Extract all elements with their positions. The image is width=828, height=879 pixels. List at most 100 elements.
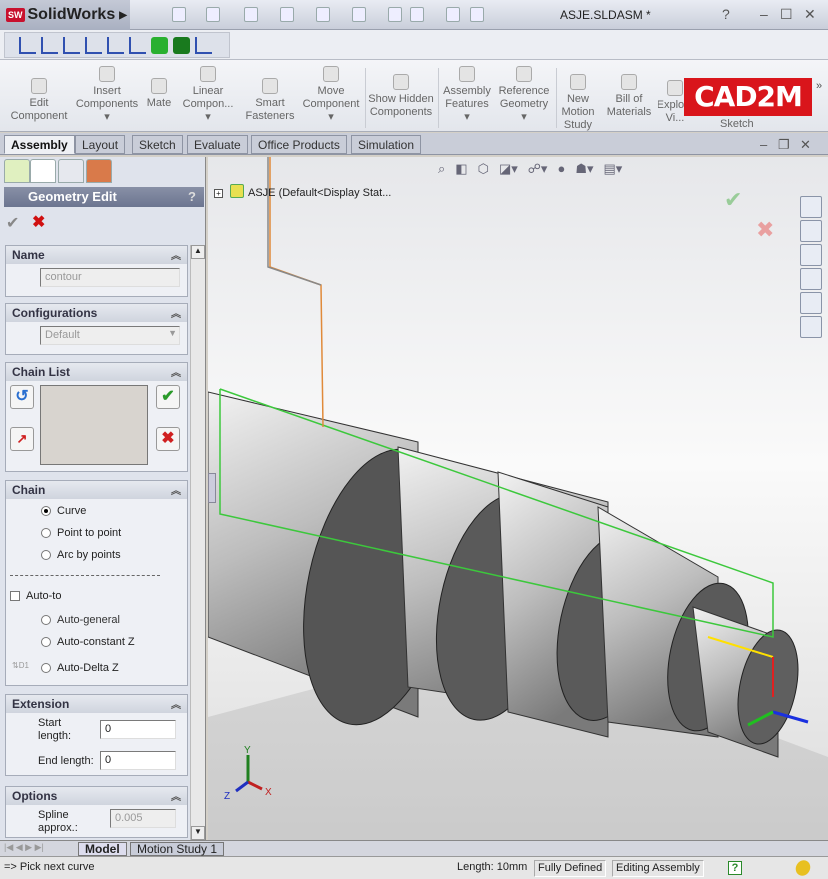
bill-of-materials-button[interactable]: Bill of Materials — [602, 74, 656, 119]
view-back-icon[interactable] — [85, 36, 102, 54]
undo-chain-button[interactable]: ↺ — [10, 385, 34, 409]
help-icon[interactable]: ? — [722, 6, 730, 22]
view-left-icon[interactable] — [129, 36, 146, 54]
rebuild-icon[interactable] — [388, 7, 402, 22]
show-hidden-components-button[interactable]: Show Hidden Components — [368, 74, 434, 119]
view-dimetric-icon[interactable] — [173, 36, 190, 54]
view-normal-icon[interactable] — [195, 36, 212, 54]
new-icon[interactable] — [172, 7, 186, 22]
ok-check-icon[interactable]: ✔ — [6, 213, 19, 233]
section-view-icon[interactable]: ⬡ — [478, 161, 489, 177]
view-bottom-icon[interactable] — [107, 36, 124, 54]
confirm-cancel-icon[interactable]: ✖ — [756, 217, 774, 243]
confirm-ok-icon[interactable]: ✔ — [724, 187, 742, 213]
appearances-icon[interactable] — [800, 292, 822, 314]
feature-manager-tab[interactable] — [4, 159, 30, 183]
name-input[interactable]: contour — [40, 268, 180, 287]
collapse-icon[interactable]: ︽ — [171, 788, 181, 803]
rebuild-tag-icon[interactable] — [792, 857, 814, 879]
design-library-icon[interactable] — [800, 220, 822, 242]
maximize-button[interactable]: ☐ — [780, 6, 793, 23]
view-right-icon[interactable] — [63, 36, 80, 54]
collapse-icon[interactable]: ︽ — [171, 482, 181, 497]
expand-tree-icon[interactable]: + — [214, 189, 223, 198]
tab-layout[interactable]: Layout — [75, 135, 126, 154]
end-length-input[interactable]: 0 — [100, 751, 176, 770]
radio-auto-constant-z[interactable]: Auto-constant Z — [41, 636, 135, 648]
move-component-button[interactable]: Move Component ▾ — [300, 66, 362, 124]
more-commands-icon[interactable]: » — [816, 80, 822, 92]
scene-icon[interactable]: ☗▾ — [575, 161, 593, 177]
file-explorer-icon[interactable] — [800, 244, 822, 266]
panel-collapse-handle[interactable] — [208, 473, 216, 503]
tree-root-item[interactable]: ASJE (Default<Display Stat... — [248, 187, 391, 199]
edit-component-button[interactable]: Edit Component — [8, 78, 70, 123]
smart-fasteners-button[interactable]: Smart Fasteners — [240, 78, 300, 123]
tab-scroll-arrows[interactable]: |◀ ◀ ▶ ▶| — [4, 842, 74, 856]
solidworks-menu-button[interactable]: SW SolidWorks ▶ — [0, 0, 130, 30]
property-manager-tab[interactable] — [30, 159, 56, 183]
custom-properties-icon[interactable] — [800, 316, 822, 338]
reverse-chain-button[interactable]: ↗ — [10, 427, 34, 451]
accept-chain-button[interactable]: ✔ — [156, 385, 180, 409]
insert-components-button[interactable]: Insert Components ▾ — [74, 66, 140, 124]
collapse-icon[interactable]: ︽ — [171, 364, 181, 379]
save-icon[interactable] — [244, 7, 258, 22]
tab-office-products[interactable]: Office Products — [251, 135, 347, 154]
spline-approx-input[interactable]: 0.005 — [110, 809, 176, 828]
tab-motion-study-1[interactable]: Motion Study 1 — [130, 842, 225, 856]
mate-button[interactable]: Mate — [142, 78, 176, 110]
start-length-input[interactable]: 0 — [100, 720, 176, 739]
undo-icon[interactable] — [316, 7, 330, 22]
collapse-icon[interactable]: ︽ — [171, 305, 181, 320]
tab-model[interactable]: Model — [78, 842, 127, 856]
radio-auto-general[interactable]: Auto-general — [41, 614, 120, 626]
tab-evaluate[interactable]: Evaluate — [187, 135, 248, 154]
radio-arc-by-points[interactable]: Arc by points — [41, 549, 121, 561]
doc-close-button[interactable]: ✕ — [800, 137, 811, 153]
print-icon[interactable] — [280, 7, 294, 22]
close-button[interactable]: ✕ — [804, 6, 816, 23]
graphics-viewport[interactable]: Y X Z + ASJE (Default<Display Stat... ⌕ ◧… — [207, 157, 828, 840]
select-icon[interactable] — [352, 7, 366, 22]
cancel-x-icon[interactable]: ✖ — [32, 212, 45, 232]
view-front-icon[interactable] — [19, 36, 36, 54]
radio-auto-delta-z[interactable]: Auto-Delta Z — [41, 662, 119, 674]
options-gear-icon[interactable] — [470, 7, 484, 22]
doc-restore-button[interactable]: ❐ — [778, 137, 790, 153]
linear-pattern-button[interactable]: Linear Compon... ▾ — [178, 66, 238, 124]
configuration-select[interactable]: Default ▼ — [40, 326, 180, 345]
sketch-button[interactable]: Sketch — [720, 118, 754, 130]
view-orientation-icon[interactable]: ◪▾ — [499, 161, 518, 177]
previous-view-icon[interactable]: ◧ — [455, 161, 467, 177]
options-icon[interactable] — [410, 7, 424, 22]
assembly-features-button[interactable]: Assembly Features ▾ — [440, 66, 494, 124]
radio-point-to-point[interactable]: Point to point — [41, 527, 121, 539]
configuration-manager-tab[interactable] — [58, 159, 84, 183]
new-motion-study-button[interactable]: New Motion Study — [558, 74, 598, 132]
view-top-icon[interactable] — [41, 36, 58, 54]
help-icon[interactable]: ? — [728, 861, 742, 875]
minimize-button[interactable]: – — [760, 6, 768, 22]
collapse-icon[interactable]: ︽ — [171, 247, 181, 262]
chain-list-box[interactable] — [40, 385, 148, 465]
zoom-fit-icon[interactable]: ⌕ — [438, 161, 445, 177]
tab-simulation[interactable]: Simulation — [351, 135, 422, 154]
panel-scrollbar[interactable]: ▲ ▼ — [190, 245, 205, 840]
open-icon[interactable] — [206, 7, 220, 22]
appearance-icon[interactable]: ● — [557, 161, 565, 177]
camworks-tab[interactable] — [86, 159, 112, 183]
radio-curve[interactable]: Curve — [41, 505, 86, 517]
collapse-icon[interactable]: ︽ — [171, 696, 181, 711]
help-icon[interactable]: ? — [188, 189, 196, 204]
doc-minimize-button[interactable]: – — [760, 137, 767, 152]
view-palette-icon[interactable] — [800, 268, 822, 290]
view-settings-icon[interactable]: ▤▾ — [604, 161, 623, 177]
reference-geometry-button[interactable]: Reference Geometry ▾ — [496, 66, 552, 124]
auto-to-checkbox[interactable]: Auto-to — [10, 590, 61, 602]
delete-chain-button[interactable]: ✖ — [156, 427, 180, 451]
view-iso-icon[interactable] — [151, 36, 168, 54]
tab-sketch[interactable]: Sketch — [132, 135, 183, 154]
home-icon[interactable] — [800, 196, 822, 218]
file-properties-icon[interactable] — [446, 7, 460, 22]
